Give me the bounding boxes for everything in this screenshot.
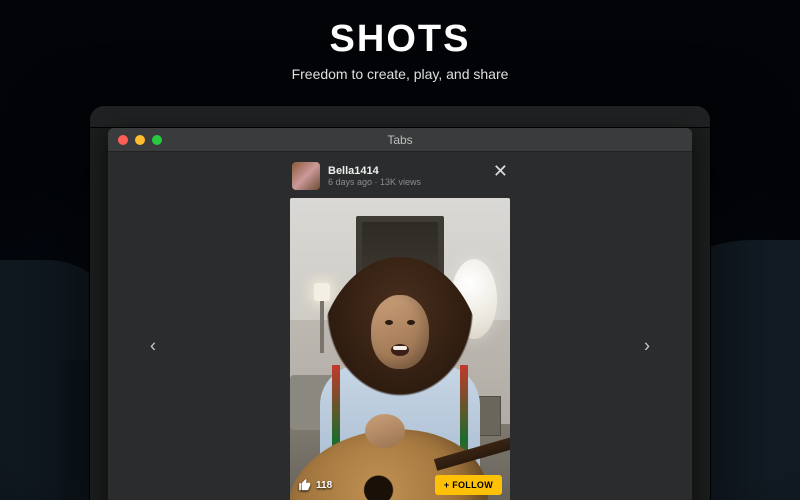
hero-subtitle: Freedom to create, play, and share xyxy=(0,66,800,82)
shot-header: Bella1414 6 days ago · 13K views ✕ xyxy=(290,152,510,198)
window-zoom-button[interactable] xyxy=(152,135,162,145)
like-button[interactable]: 118 xyxy=(298,478,332,492)
follow-button[interactable]: + FOLLOW xyxy=(435,475,502,495)
next-shot-button[interactable]: › xyxy=(632,336,662,357)
window-minimize-button[interactable] xyxy=(135,135,145,145)
promo-stage: SHOTS Freedom to create, play, and share… xyxy=(0,0,800,500)
hero-title: SHOTS xyxy=(0,18,800,61)
shot-meta: 6 days ago · 13K views xyxy=(328,177,421,187)
window-traffic-lights xyxy=(108,135,162,145)
shot-card: Bella1414 6 days ago · 13K views ✕ xyxy=(290,152,510,500)
video-overlay-bar: 118 + FOLLOW xyxy=(290,467,510,500)
prev-shot-button[interactable]: ‹ xyxy=(138,336,168,357)
shot-video[interactable]: 118 + FOLLOW xyxy=(290,198,510,500)
like-count: 118 xyxy=(316,480,332,491)
mac-bezel-top xyxy=(90,106,710,128)
author-info: Bella1414 6 days ago · 13K views xyxy=(328,165,421,188)
author-username[interactable]: Bella1414 xyxy=(328,165,421,178)
window-titlebar[interactable]: Tabs xyxy=(108,128,692,152)
thumb-up-icon xyxy=(298,478,312,492)
mac-frame: Tabs ‹ › Bella1414 6 days ago · 13K view… xyxy=(90,106,710,500)
app-window: Tabs ‹ › Bella1414 6 days ago · 13K view… xyxy=(108,128,692,500)
scene-person-hair xyxy=(315,257,485,497)
window-close-button[interactable] xyxy=(118,135,128,145)
close-shot-button[interactable]: ✕ xyxy=(493,162,508,180)
scene-person-face xyxy=(371,295,429,369)
author-avatar[interactable] xyxy=(292,162,320,190)
app-content: ‹ › Bella1414 6 days ago · 13K views ✕ xyxy=(108,152,692,500)
window-title: Tabs xyxy=(108,133,692,147)
